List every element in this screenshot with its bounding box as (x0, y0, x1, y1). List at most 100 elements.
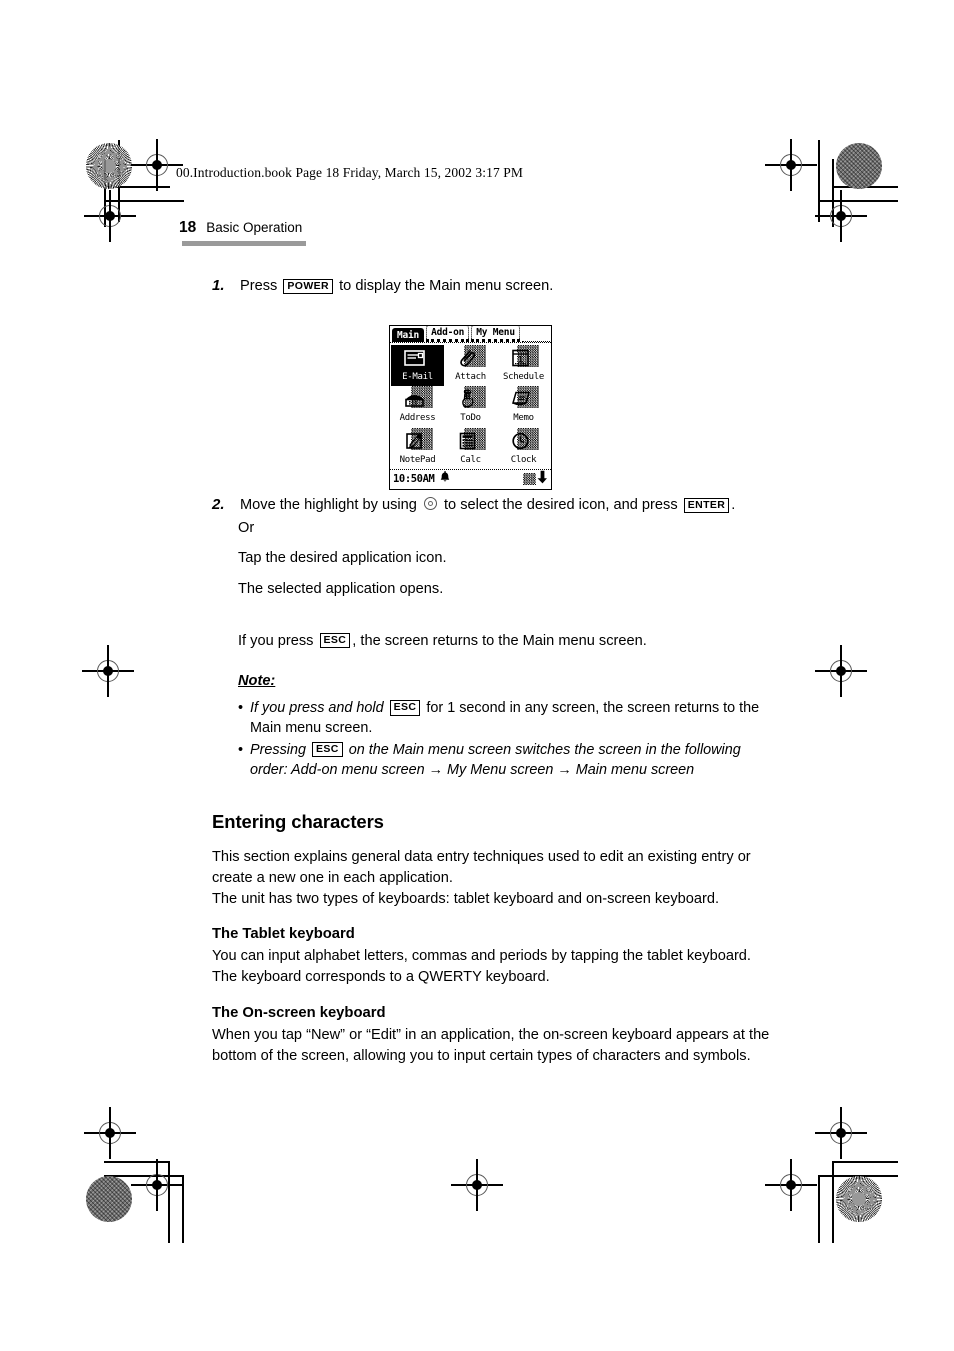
pda-icon-todo[interactable]: ToDo (444, 386, 497, 427)
pda-icon-attach[interactable]: Attach (444, 345, 497, 386)
note-bullet-2-text: Pressing ESC on the Main menu screen swi… (250, 740, 772, 781)
esc-return-text: If you press ESC, the screen returns to … (238, 631, 772, 652)
file-stamp: 00.Introduction.book Page 18 Friday, Mar… (176, 165, 523, 180)
heading-tablet-keyboard: The Tablet keyboard (212, 926, 355, 943)
paperclip-icon (457, 345, 486, 371)
entering-characters-para-1: This section explains general data entry… (212, 848, 751, 886)
note-bullets: • If you press and hold ESC for 1 second… (238, 698, 772, 781)
clock-icon (510, 427, 539, 454)
note-bullet-1-text: If you press and hold ESC for 1 second i… (250, 698, 772, 739)
step-1-post: to display the Main menu screen. (339, 278, 554, 294)
pda-icon-schedule[interactable]: 1 Schedule (497, 345, 550, 386)
esc-key: ESC (319, 633, 351, 649)
step-2: 2. Move the highlight by using to select… (212, 495, 772, 516)
page-number: 18 (179, 219, 197, 236)
envelope-icon (404, 347, 431, 371)
esc-return-post: , the screen returns to the Main menu sc… (352, 632, 647, 649)
registration-mark-right-upper (815, 190, 867, 242)
registration-mark-bottom-center (451, 1159, 503, 1211)
dither-block-icon (523, 472, 536, 485)
pda-status-bar: 10:50AM (390, 469, 551, 487)
registration-mark-left-lower (84, 1107, 136, 1159)
step-1-number: 1. (212, 277, 225, 294)
halftone-solid-mark-top-right (836, 143, 882, 189)
registration-mark-top-right-inner (765, 139, 817, 191)
page-header: 18 Basic Operation (179, 219, 302, 237)
esc-return-pre: If you press (238, 632, 314, 649)
note-bullet-2: • Pressing ESC on the Main menu screen s… (238, 740, 772, 781)
pda-icon-label: Calc (460, 454, 481, 465)
pda-icon-label: E-Mail (402, 372, 433, 382)
pda-icon-address[interactable]: Address (391, 386, 444, 427)
step-1: 1. Press POWER to display the Main menu … (212, 276, 772, 297)
registration-mark-bottom-left-inner (131, 1159, 183, 1211)
entering-characters-para-2: The unit has two types of keyboards: tab… (212, 891, 720, 908)
step-2-pre: Move the highlight by using (240, 497, 417, 514)
esc-key-note-1: ESC (389, 700, 421, 716)
note-title: Note: (238, 672, 276, 689)
pda-tab-filler (521, 328, 550, 342)
application-opens-text: The selected application opens. (238, 580, 444, 597)
dpad-icon (423, 497, 437, 511)
enter-key: ENTER (683, 497, 730, 513)
pda-icon-label: Address (399, 413, 436, 424)
step-2-post: . (731, 497, 736, 514)
pda-icon-label: Attach (455, 372, 486, 382)
pda-tab-add-on[interactable]: Add-on (426, 325, 470, 342)
halftone-radial-mark-top-left (86, 143, 132, 189)
bullet-marker: • (238, 741, 244, 758)
registration-mark-right-middle (815, 645, 867, 697)
note-bullet-2-a: Pressing (250, 741, 306, 758)
step-2-number: 2. (212, 496, 225, 514)
calendar-icon: 1 (510, 345, 539, 371)
bullet-marker: • (238, 699, 244, 716)
pda-status-time: 10:50AM (393, 472, 435, 485)
halftone-solid-mark-bottom-left (86, 1176, 132, 1222)
pda-icon-label: ToDo (460, 413, 481, 424)
pda-icon-calc[interactable]: Calc (444, 427, 497, 469)
section-name: Basic Operation (206, 220, 303, 235)
bell-icon[interactable] (439, 469, 451, 488)
registration-mark-bottom-right-inner (765, 1159, 817, 1211)
pda-tab-my-menu[interactable]: My Menu (471, 325, 520, 342)
pda-icon-memo[interactable]: Memo (497, 386, 550, 427)
pda-icon-notepad[interactable]: NotePad (391, 427, 444, 469)
tap-icon-text: Tap the desired application icon. (238, 550, 447, 567)
step-2-mid: to select the desired icon, and press (443, 497, 678, 514)
pda-icon-label: Memo (513, 413, 534, 424)
power-key: POWER (283, 278, 334, 294)
step-1-pre: Press (240, 278, 278, 294)
pda-icon-clock[interactable]: Clock (497, 427, 550, 469)
heading-entering-characters: Entering characters (212, 810, 384, 832)
registration-mark-left-upper (84, 190, 136, 242)
memo-pad-icon (510, 386, 539, 412)
esc-key-note-2: ESC (312, 742, 343, 758)
tablet-keyboard-para: You can input alphabet letters, commas a… (212, 948, 751, 986)
notepad-pen-icon (404, 427, 433, 454)
pda-main-menu-screenshot: Main Add-on My Menu E-Mail Attach 1 Sche… (389, 325, 552, 490)
pda-icon-label: Clock (510, 454, 537, 465)
step-1-text: Press POWER to display the Main menu scr… (240, 276, 553, 297)
pda-tab-main[interactable]: Main (392, 328, 425, 342)
halftone-radial-mark-bottom-right (836, 1176, 882, 1222)
pda-icon-e-mail[interactable]: E-Mail (391, 345, 444, 387)
note-block: Note: • If you press and hold ESC for 1 … (212, 661, 772, 781)
note-bullet-1: • If you press and hold ESC for 1 second… (238, 698, 772, 739)
header-rule (182, 241, 306, 246)
onscreen-keyboard-para: When you tap “New” or “Edit” in an appli… (212, 1026, 770, 1064)
or-text: Or (238, 520, 255, 537)
pda-icon-grid: E-Mail Attach 1 Schedule Address ToDo Me… (390, 343, 551, 469)
registration-mark-right-lower (815, 1107, 867, 1159)
pda-tab-bar: Main Add-on My Menu (390, 325, 551, 343)
registration-mark-left-middle (82, 645, 134, 697)
registration-mark-top-left-inner (131, 139, 183, 191)
pda-icon-label: Schedule (503, 372, 544, 382)
note-bullet-1-a: If you press and hold (250, 699, 384, 716)
step-2-text: Move the highlight by using to select th… (240, 495, 735, 516)
down-arrow-icon[interactable] (537, 469, 548, 488)
pda-icon-label: NotePad (399, 454, 436, 465)
heading-onscreen-keyboard: The On-screen keyboard (212, 1004, 386, 1021)
telephone-icon (404, 386, 433, 412)
hand-string-icon (457, 386, 486, 412)
